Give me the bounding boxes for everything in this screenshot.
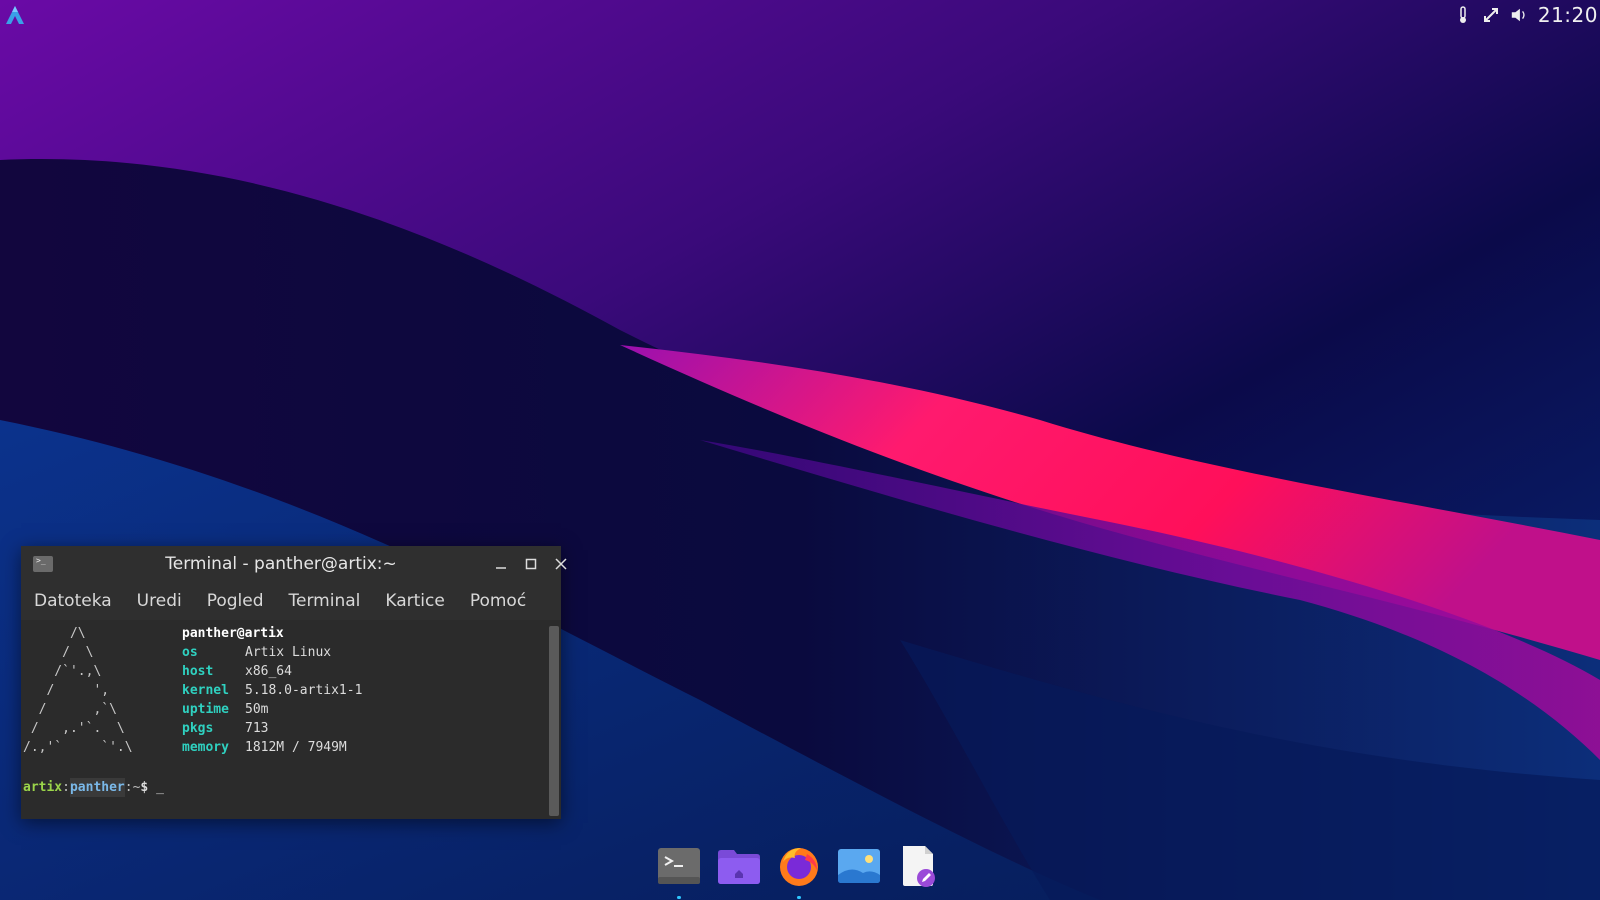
fetch-value: 5.18.0-artix1-1 [245, 683, 363, 698]
system-info: panther@artix os Artix Linux host x86_64 k… [182, 624, 362, 757]
ascii-logo: /\ / \ /`'.,\ / ', / ,`\ / ,.'`. \ /.,'`… [23, 626, 133, 755]
firefox-icon[interactable] [776, 844, 822, 899]
title-bar[interactable]: >_ Terminal - panther@artix:~ [21, 546, 567, 582]
menu-terminal[interactable]: Terminal [276, 591, 373, 611]
image-viewer-icon[interactable] [836, 844, 882, 888]
fetch-key: pkgs [182, 721, 214, 736]
menu-kartice[interactable]: Kartice [372, 591, 456, 611]
running-indicator [677, 896, 681, 899]
fetch-key: uptime [182, 702, 229, 717]
maximize-button[interactable] [521, 554, 541, 574]
text-editor-icon[interactable] [896, 844, 942, 888]
scrollbar[interactable] [549, 626, 559, 816]
fetch-row: memory 1812M / 7949M [182, 738, 362, 757]
fetch-key: memory [182, 740, 229, 755]
terminal-output[interactable]: /\ / \ /`'.,\ / ', / ,`\ / ,.'`. \ /.,'`… [21, 620, 547, 819]
prompt-path: :~ [124, 780, 141, 795]
running-indicator [797, 896, 801, 899]
fetch-row: os Artix Linux [182, 643, 362, 662]
fetch-user-host: panther@artix [182, 626, 284, 641]
minimize-button[interactable] [491, 554, 511, 574]
top-panel: 21:20 [0, 0, 1600, 30]
dock [656, 844, 946, 900]
window-title: Terminal - panther@artix:~ [165, 554, 397, 574]
terminal-window[interactable]: >_ Terminal - panther@artix:~ Datoteka U… [21, 546, 567, 819]
clock[interactable]: 21:20 [1538, 3, 1598, 27]
shell-prompt: artix: panther:~ $ _ [23, 778, 164, 797]
text-cursor: _ [156, 780, 164, 795]
fetch-key: host [182, 664, 214, 679]
close-button[interactable] [551, 554, 571, 574]
fetch-value: 50m [245, 702, 269, 717]
network-icon[interactable] [1482, 6, 1500, 24]
fetch-value: Artix Linux [245, 645, 332, 660]
system-tray: 21:20 [1454, 0, 1600, 30]
menu-pomoc[interactable]: Pomoć [457, 591, 538, 611]
fetch-row: host x86_64 [182, 662, 362, 681]
prompt-separator: : [62, 780, 70, 795]
artix-logo-icon[interactable] [4, 4, 26, 26]
menu-datoteka[interactable]: Datoteka [21, 591, 124, 611]
fetch-key: os [182, 645, 198, 660]
menu-bar: Datoteka Uredi Pogled Terminal Kartice P… [21, 582, 561, 620]
fetch-value: 713 [245, 721, 269, 736]
menu-uredi[interactable]: Uredi [124, 591, 194, 611]
prompt-user: panther [69, 778, 125, 797]
fetch-row: uptime 50m [182, 700, 362, 719]
fetch-row: pkgs 713 [182, 719, 362, 738]
fetch-row: kernel 5.18.0-artix1-1 [182, 681, 362, 700]
volume-icon[interactable] [1510, 6, 1528, 24]
menu-pogled[interactable]: Pogled [194, 591, 276, 611]
prompt-dollar: $ [140, 780, 149, 795]
temperature-icon[interactable] [1454, 6, 1472, 24]
terminal-app-icon[interactable] [656, 844, 702, 899]
fetch-value: x86_64 [245, 664, 292, 679]
file-manager-icon[interactable] [716, 844, 762, 888]
prompt-host: artix [23, 780, 63, 795]
fetch-value: 1812M / 7949M [245, 740, 347, 755]
fetch-key: kernel [182, 683, 229, 698]
